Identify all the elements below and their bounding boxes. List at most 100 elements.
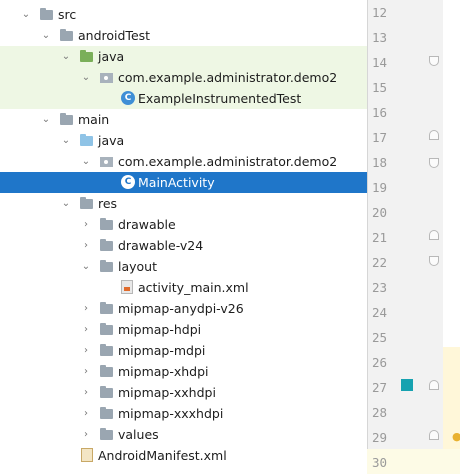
- tree-item-label: activity_main.xml: [138, 280, 249, 295]
- line-number: 20: [372, 205, 388, 220]
- source-folder-icon: [80, 134, 93, 146]
- tree-row-mipmap-mdpi[interactable]: › mipmap-mdpi: [0, 340, 367, 361]
- tree-item-label: mipmap-xxxhdpi: [118, 406, 224, 421]
- chevron-down-icon[interactable]: ⌄: [20, 4, 32, 25]
- tree-item-label: ExampleInstrumentedTest: [138, 91, 302, 106]
- fold-collapse-icon[interactable]: [429, 256, 439, 266]
- tree-row-mipmap-xxhdpi[interactable]: › mipmap-xxhdpi: [0, 382, 367, 403]
- tree-row-activity-main-xml[interactable]: activity_main.xml: [0, 277, 367, 298]
- tree-item-label: androidTest: [78, 28, 151, 43]
- line-number: 17: [372, 130, 388, 145]
- chevron-right-icon[interactable]: ›: [80, 235, 92, 256]
- line-number: 30: [372, 455, 388, 470]
- fold-collapse-icon[interactable]: [429, 56, 439, 66]
- folder-icon: [100, 407, 113, 419]
- xml-file-icon: [121, 280, 133, 294]
- folder-icon: [100, 344, 113, 356]
- chevron-right-icon[interactable]: ›: [80, 298, 92, 319]
- line-number: 29: [372, 430, 388, 445]
- chevron-right-icon[interactable]: ›: [80, 319, 92, 340]
- chevron-down-icon[interactable]: ⌄: [60, 193, 72, 214]
- tree-item-label: AndroidManifest.xml: [98, 448, 227, 463]
- chevron-down-icon[interactable]: ⌄: [80, 67, 92, 88]
- tree-row-java-test[interactable]: ⌄ java: [0, 46, 367, 67]
- tree-item-label: java: [98, 133, 125, 148]
- fold-expand-icon[interactable]: [429, 430, 439, 440]
- line-number: 13: [372, 30, 388, 45]
- folder-icon: [100, 260, 113, 272]
- chevron-down-icon[interactable]: ⌄: [60, 46, 72, 67]
- fold-expand-icon[interactable]: [429, 130, 439, 140]
- folder-icon: [100, 365, 113, 377]
- tree-item-label: drawable: [118, 217, 176, 232]
- lightbulb-icon[interactable]: ●: [452, 431, 460, 443]
- test-folder-icon: [80, 50, 93, 62]
- package-icon: [100, 73, 113, 83]
- tree-row-mipmap-xxxhdpi[interactable]: › mipmap-xxxhdpi: [0, 403, 367, 424]
- tree-item-label: com.example.administrator.demo2: [118, 154, 338, 169]
- folder-icon: [100, 239, 113, 251]
- folder-icon: [100, 218, 113, 230]
- folder-icon: [100, 428, 113, 440]
- line-number: 27: [372, 380, 388, 395]
- tree-row-values[interactable]: › values: [0, 424, 367, 445]
- tree-row-java-main[interactable]: ⌄ java: [0, 130, 367, 151]
- tree-row-res[interactable]: ⌄ res: [0, 193, 367, 214]
- folder-icon: [100, 302, 113, 314]
- tree-row-main[interactable]: ⌄ main: [0, 109, 367, 130]
- tree-row-drawable[interactable]: › drawable: [0, 214, 367, 235]
- tree-item-label: layout: [118, 259, 158, 274]
- tree-row-mipmap-anydpi-v26[interactable]: › mipmap-anydpi-v26: [0, 298, 367, 319]
- fold-collapse-icon[interactable]: [429, 158, 439, 168]
- line-number: 21: [372, 230, 388, 245]
- chevron-down-icon[interactable]: ⌄: [40, 109, 52, 130]
- class-icon: C: [121, 91, 135, 105]
- tree-item-label: mipmap-anydpi-v26: [118, 301, 244, 316]
- line-number: 15: [372, 80, 388, 95]
- tree-row-androidtest[interactable]: ⌄ androidTest: [0, 25, 367, 46]
- chevron-down-icon[interactable]: ⌄: [80, 256, 92, 277]
- chevron-right-icon[interactable]: ›: [80, 382, 92, 403]
- chevron-down-icon[interactable]: ⌄: [60, 130, 72, 151]
- tree-item-label: main: [78, 112, 110, 127]
- tree-row-src[interactable]: ⌄ src: [0, 4, 367, 25]
- tree-item-label: drawable-v24: [118, 238, 204, 253]
- chevron-right-icon[interactable]: ›: [80, 214, 92, 235]
- chevron-down-icon[interactable]: ⌄: [80, 151, 92, 172]
- chevron-right-icon[interactable]: ›: [80, 424, 92, 445]
- tree-item-label: mipmap-xhdpi: [118, 364, 209, 379]
- line-number: 24: [372, 305, 388, 320]
- folder-icon: [100, 386, 113, 398]
- tree-row-mipmap-xhdpi[interactable]: › mipmap-xhdpi: [0, 361, 367, 382]
- chevron-right-icon[interactable]: ›: [80, 361, 92, 382]
- resource-folder-icon: [80, 197, 93, 209]
- line-number: 12: [372, 5, 388, 20]
- tree-row-main-activity[interactable]: C MainActivity: [0, 172, 367, 193]
- line-number: 25: [372, 330, 388, 345]
- project-tree: ⌄ src ⌄ androidTest ⌄ java ⌄ com.example…: [0, 0, 367, 474]
- line-number: 14: [372, 55, 388, 70]
- line-number: 19: [372, 180, 388, 195]
- tree-item-label: com.example.administrator.demo2: [118, 70, 338, 85]
- line-number: 28: [372, 405, 388, 420]
- tree-row-package-main[interactable]: ⌄ com.example.administrator.demo2: [0, 151, 367, 172]
- chevron-down-icon[interactable]: ⌄: [40, 25, 52, 46]
- tree-row-mipmap-hdpi[interactable]: › mipmap-hdpi: [0, 319, 367, 340]
- line-number: 23: [372, 280, 388, 295]
- run-gutter-marker-icon[interactable]: [401, 379, 413, 391]
- tree-item-label: values: [118, 427, 159, 442]
- line-number: 18: [372, 155, 388, 170]
- tree-item-label: src: [58, 7, 77, 22]
- chevron-right-icon[interactable]: ›: [80, 403, 92, 424]
- tree-row-drawable-v24[interactable]: › drawable-v24: [0, 235, 367, 256]
- tree-row-example-instrumented-test[interactable]: C ExampleInstrumentedTest: [0, 88, 367, 109]
- tree-item-label: res: [98, 196, 118, 211]
- tree-row-layout[interactable]: ⌄ layout: [0, 256, 367, 277]
- manifest-file-icon: [81, 448, 93, 462]
- tree-row-android-manifest[interactable]: AndroidManifest.xml: [0, 445, 367, 466]
- tree-item-label: mipmap-xxhdpi: [118, 385, 216, 400]
- fold-expand-icon[interactable]: [429, 380, 439, 390]
- tree-row-package-test[interactable]: ⌄ com.example.administrator.demo2: [0, 67, 367, 88]
- chevron-right-icon[interactable]: ›: [80, 340, 92, 361]
- fold-expand-icon[interactable]: [429, 230, 439, 240]
